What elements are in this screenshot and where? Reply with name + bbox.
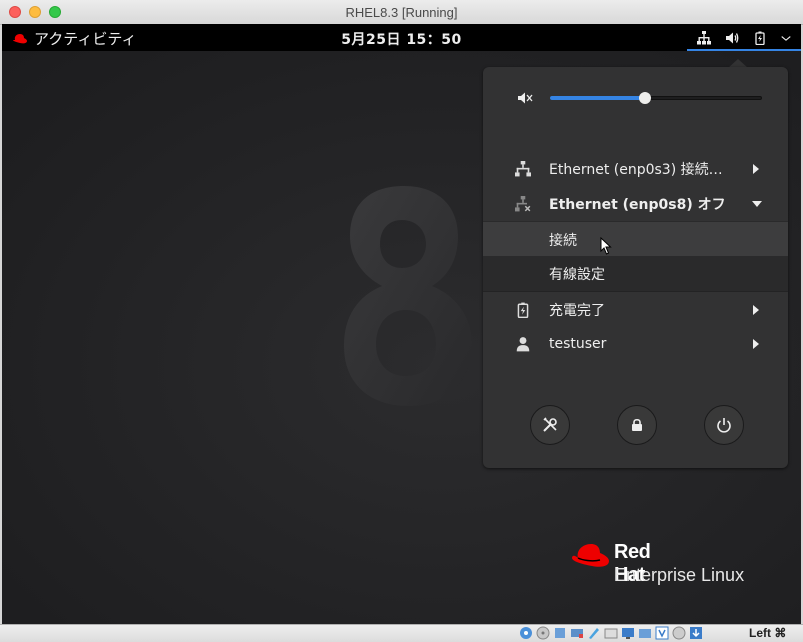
menu-item-label: testuser	[549, 336, 607, 352]
system-menu-popup: Ethernet (enp0s3) 接続… Ethernet (enp0s8) …	[483, 67, 788, 468]
power-icon	[717, 418, 731, 433]
mouse-integration-icon[interactable]	[672, 626, 686, 640]
ethernet-enp0s8-submenu: 接続 有線設定	[483, 221, 788, 291]
redhat-hat-icon	[572, 544, 609, 567]
chevron-down-icon	[781, 35, 791, 41]
submenu-item-wired-settings[interactable]: 有線設定	[483, 256, 788, 290]
video-capture-icon[interactable]	[638, 626, 652, 640]
vm-status-icons	[519, 626, 703, 640]
chevron-down-icon	[752, 201, 762, 207]
vt-x-icon[interactable]	[655, 626, 669, 640]
usb-icon[interactable]	[587, 626, 601, 640]
settings-icon	[543, 417, 557, 432]
volume-slider-handle[interactable]	[639, 92, 652, 104]
logo-subtitle: Enterprise Linux	[614, 565, 745, 585]
volume-icon	[726, 32, 739, 43]
lock-icon	[632, 418, 642, 431]
menu-item-label: 充電完了	[549, 303, 605, 319]
optical-drive-icon[interactable]	[519, 626, 533, 640]
user-icon	[516, 337, 530, 352]
window-titlebar: RHEL8.3 [Running]	[0, 0, 803, 25]
volume-row	[483, 67, 788, 127]
battery-charging-icon	[517, 302, 529, 318]
gnome-top-bar: アクティビティ 5月25日 15：50	[2, 24, 801, 51]
menu-item-label: Ethernet (enp0s8) オフ	[549, 197, 726, 213]
chevron-right-icon	[753, 164, 759, 174]
submenu-item-connect[interactable]: 接続	[483, 222, 788, 256]
chevron-right-icon	[753, 305, 759, 315]
menu-item-label: Ethernet (enp0s3) 接続…	[549, 162, 723, 178]
host-key-arrow-icon[interactable]	[689, 626, 703, 640]
menu-item-user[interactable]: testuser	[483, 327, 788, 361]
separator	[483, 291, 788, 292]
chevron-right-icon	[753, 339, 759, 349]
clock[interactable]: 5月25日 15：50	[2, 29, 801, 49]
power-button[interactable]	[704, 405, 744, 445]
lock-button[interactable]	[617, 405, 657, 445]
battery-charging-icon	[755, 31, 765, 45]
rhel-8-watermark	[344, 186, 472, 406]
network-wired-icon	[515, 161, 531, 177]
volume-slider-fill	[550, 96, 646, 100]
menu-item-battery[interactable]: 充電完了	[483, 293, 788, 327]
vm-status-bar: Left ⌘	[0, 624, 803, 642]
submenu-item-label: 接続	[549, 233, 577, 249]
display-icon[interactable]	[621, 626, 635, 640]
shared-folder-icon[interactable]	[604, 626, 618, 640]
network-wired-disconnected-icon	[515, 196, 531, 212]
system-menu-button[interactable]	[687, 24, 801, 51]
menu-item-ethernet-enp0s8[interactable]: Ethernet (enp0s8) オフ	[483, 187, 788, 221]
menu-item-ethernet-enp0s3[interactable]: Ethernet (enp0s3) 接続…	[483, 152, 788, 186]
network-adapter-icon[interactable]	[570, 626, 584, 640]
network-wired-icon	[697, 30, 711, 44]
window-title: RHEL8.3 [Running]	[345, 5, 458, 20]
submenu-item-label: 有線設定	[549, 267, 605, 283]
host-key-label: Left ⌘	[749, 626, 787, 640]
speaker-muted-icon[interactable]	[517, 91, 533, 105]
audio-device-icon[interactable]	[553, 626, 567, 640]
mouse-cursor-icon	[600, 237, 612, 255]
disk-icon[interactable]	[536, 626, 550, 640]
settings-button[interactable]	[530, 405, 570, 445]
